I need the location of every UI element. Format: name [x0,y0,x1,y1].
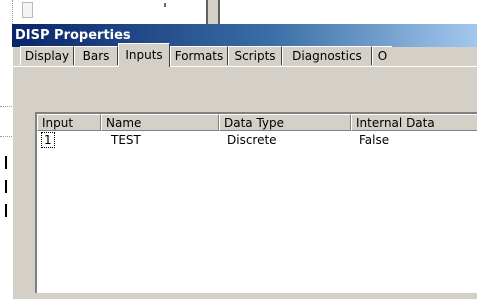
cell-internal-data: False [359,133,390,147]
background-mark [164,3,166,7]
bracket-mark [0,156,7,169]
tab-overflow[interactable]: O [372,46,392,65]
inputs-list[interactable]: Input Name Data Type Internal Data 1 TES… [35,112,477,293]
tab-display[interactable]: Display [20,46,74,65]
background-scrollbar [206,0,220,24]
column-header-name[interactable]: Name [101,114,219,131]
list-header: Input Name Data Type Internal Data [37,114,477,131]
background-window [0,0,477,24]
table-row[interactable]: 1 TEST Discrete False [37,132,477,148]
document-icon [22,2,33,18]
cell-name: TEST [111,133,141,147]
bracket-mark [0,180,7,193]
cell-data-type: Discrete [227,133,277,147]
tree-connector [0,106,12,107]
tree-connector [12,0,14,24]
column-header-data-type[interactable]: Data Type [219,114,351,131]
tab-bars[interactable]: Bars [74,46,118,65]
bracket-mark [0,204,7,217]
dialog-title: DISP Properties [12,24,477,47]
tab-formats[interactable]: Formats [170,46,228,65]
background-left-panel [0,24,12,293]
tab-diagnostics[interactable]: Diagnostics [282,46,372,65]
tree-connector [0,136,12,137]
focus-box: 1 [41,132,55,148]
tab-scripts[interactable]: Scripts [228,46,282,65]
column-header-internal-data[interactable]: Internal Data [351,114,477,131]
tab-inputs[interactable]: Inputs [118,43,170,67]
cell-input: 1 [41,132,55,148]
column-header-input[interactable]: Input [37,114,101,131]
